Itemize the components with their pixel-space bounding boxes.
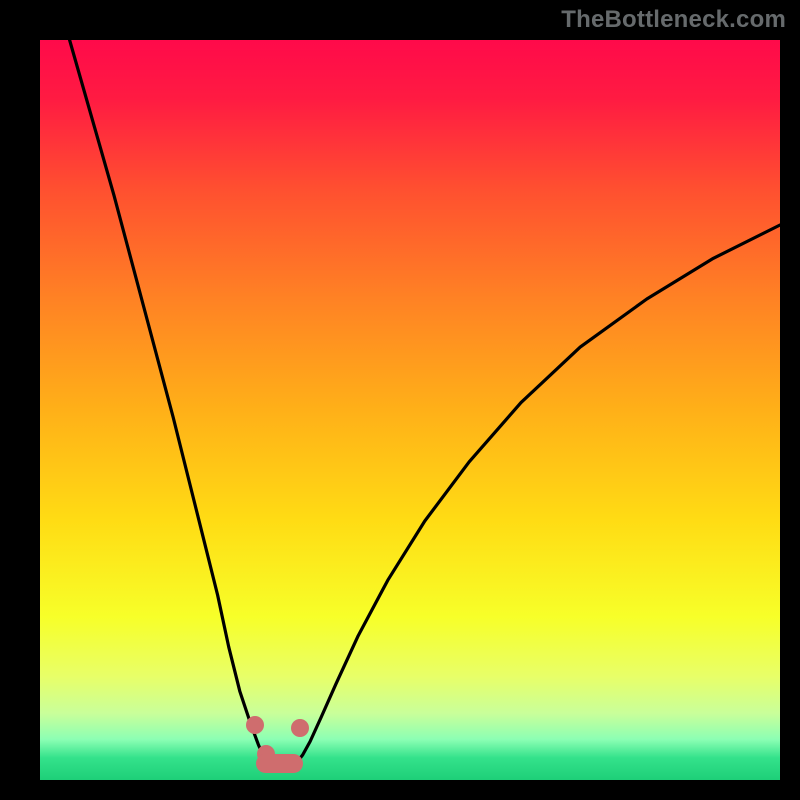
- valley-pill-connector: [256, 754, 303, 773]
- bottleneck-curve: [70, 40, 780, 766]
- chart-frame: TheBottleneck.com: [0, 0, 800, 800]
- right-dot: [291, 719, 309, 737]
- plot-area: [40, 40, 780, 780]
- curve-layer: [40, 40, 780, 780]
- left-upper-dot: [246, 716, 264, 734]
- watermark-text: TheBottleneck.com: [561, 6, 786, 34]
